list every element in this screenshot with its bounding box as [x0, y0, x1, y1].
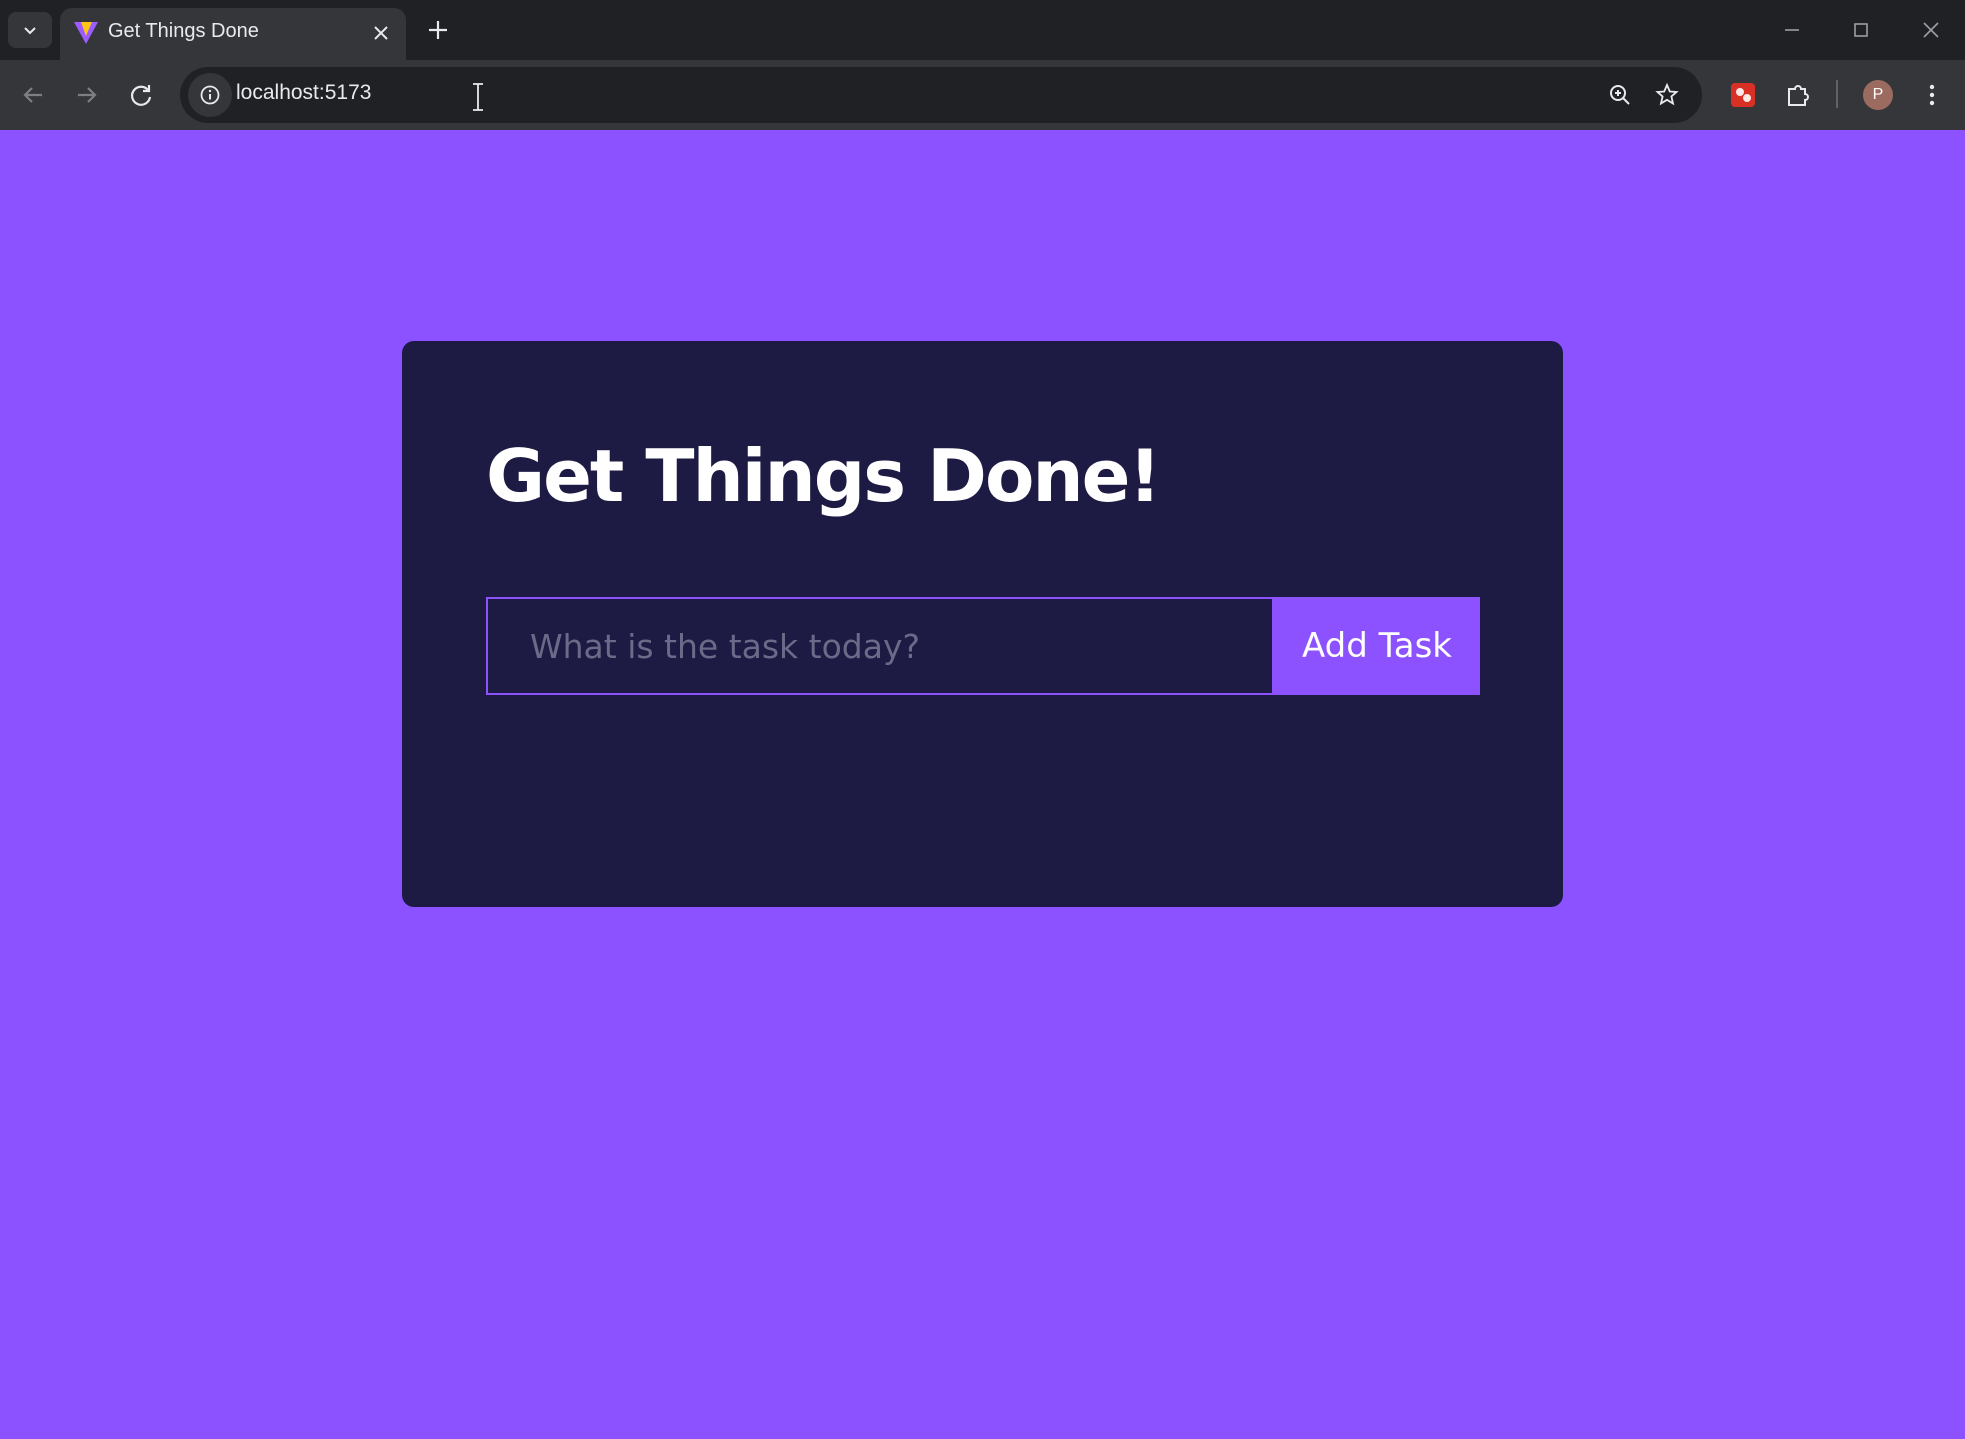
minimize-icon[interactable] [1778, 16, 1806, 44]
site-info-icon [200, 85, 220, 105]
reload-icon[interactable] [126, 80, 156, 110]
address-bar[interactable]: localhost:5173 [180, 67, 1702, 123]
browser-tab-active[interactable]: Get Things Done [60, 8, 406, 60]
task-form: Add Task [486, 597, 1480, 695]
tab-search-button[interactable] [8, 12, 52, 48]
back-icon[interactable] [18, 80, 48, 110]
toolbar-separator [1836, 80, 1838, 108]
tab-title: Get Things Done [108, 20, 259, 42]
browser-tab-bar: Get Things Done [0, 0, 1965, 60]
add-task-button[interactable]: Add Task [1274, 597, 1480, 695]
chevron-down-icon [24, 27, 36, 35]
zoom-icon[interactable] [1606, 81, 1634, 109]
extension-app-icon[interactable] [1728, 80, 1758, 110]
forward-icon[interactable] [72, 80, 102, 110]
window-close-icon[interactable] [1917, 16, 1945, 44]
todo-card: Get Things Done! Add Task [402, 341, 1563, 907]
close-icon[interactable] [370, 22, 392, 44]
page-title: Get Things Done! [486, 434, 1161, 518]
text-cursor-icon [473, 83, 483, 111]
browser-toolbar: localhost:5173 P [0, 60, 1965, 130]
task-input[interactable] [486, 597, 1274, 695]
profile-avatar[interactable]: P [1863, 80, 1893, 110]
maximize-icon[interactable] [1847, 16, 1875, 44]
extensions-puzzle-icon[interactable] [1783, 80, 1813, 110]
more-menu-icon[interactable] [1917, 80, 1947, 110]
bookmark-star-icon[interactable] [1653, 81, 1681, 109]
url-text[interactable]: localhost:5173 [236, 81, 371, 105]
new-tab-icon[interactable] [424, 16, 452, 44]
site-info-button[interactable] [188, 73, 232, 117]
app-page: Get Things Done! Add Task [0, 130, 1965, 1439]
vite-logo-icon [74, 22, 98, 44]
